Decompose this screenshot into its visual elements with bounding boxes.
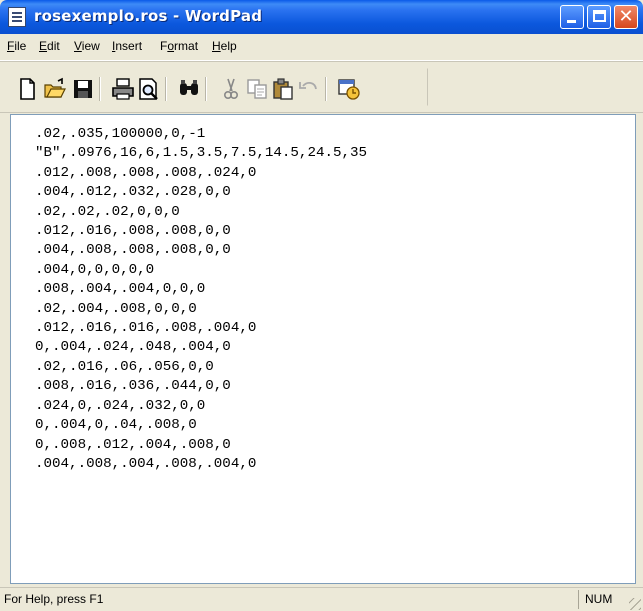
find-button[interactable] <box>177 77 201 101</box>
resize-grip[interactable] <box>629 598 641 610</box>
print-button[interactable] <box>111 77 135 101</box>
minimize-icon <box>567 20 576 23</box>
toolbar <box>0 61 643 113</box>
wordpad-window: rosexemplo.ros - WordPad ✕ File Edit Vie… <box>0 0 643 611</box>
window-title: rosexemplo.ros - WordPad <box>34 7 263 25</box>
date-time-icon <box>338 79 360 100</box>
document-line: .02,.02,.02,0,0,0 <box>35 203 180 220</box>
menu-edit-label: dit <box>47 39 60 53</box>
menu-view-mnemonic: V <box>74 39 82 53</box>
maximize-button[interactable] <box>587 5 611 29</box>
print-preview-button[interactable] <box>137 77 161 101</box>
toolbar-separator <box>165 77 166 101</box>
document-line: .012,.016,.016,.008,.004,0 <box>35 320 257 337</box>
document-line: 0,.004,0,.04,.008,0 <box>35 417 197 434</box>
menu-bar: File Edit View Insert Format Help <box>0 34 643 61</box>
menu-help[interactable]: Help <box>212 39 237 53</box>
menu-edit[interactable]: Edit <box>39 39 60 53</box>
document-line: .004,0,0,0,0,0 <box>35 261 155 278</box>
undo-icon <box>299 82 317 90</box>
status-bar: For Help, press F1 NUM <box>0 587 643 611</box>
menu-help-mnemonic: H <box>212 39 221 53</box>
menu-view[interactable]: View <box>74 39 100 53</box>
new-icon <box>20 78 35 100</box>
standard-toolbar <box>4 68 428 106</box>
menu-file[interactable]: File <box>7 39 26 53</box>
maximize-icon <box>593 10 606 22</box>
document-line: .02,.016,.06,.056,0,0 <box>35 358 214 375</box>
minimize-button[interactable] <box>560 5 584 29</box>
print-icon <box>112 78 134 100</box>
toolbar-separator <box>99 77 100 101</box>
menu-file-label: ile <box>14 39 27 53</box>
copy-button[interactable] <box>245 77 269 101</box>
menu-format-label: rmat <box>174 39 199 53</box>
document-line: .004,.008,.008,.008,0,0 <box>35 242 231 259</box>
copy-icon <box>247 79 267 99</box>
cut-button[interactable] <box>219 77 243 101</box>
open-icon <box>44 77 66 98</box>
document-line: .008,.004,.004,0,0,0 <box>35 281 206 298</box>
document-line: .012,.016,.008,.008,0,0 <box>35 223 231 240</box>
document-line: .008,.016,.036,.044,0,0 <box>35 378 231 395</box>
save-button[interactable] <box>71 77 95 101</box>
print-preview-icon <box>139 78 158 100</box>
save-icon <box>74 80 92 98</box>
document-line: 0,.008,.012,.004,.008,0 <box>35 436 231 453</box>
paste-icon <box>273 78 293 100</box>
document-line: .004,.012,.032,.028,0,0 <box>35 184 231 201</box>
close-icon: ✕ <box>618 6 634 27</box>
menu-format[interactable]: Format <box>160 39 198 53</box>
date-time-button[interactable] <box>337 77 361 101</box>
document-line: 0,.004,.024,.048,.004,0 <box>35 339 231 356</box>
toolbar-separator <box>205 77 206 101</box>
cut-icon <box>224 78 239 100</box>
undo-button[interactable] <box>297 77 321 101</box>
menu-view-label: iew <box>81 39 100 53</box>
toolbar-separator <box>325 77 326 101</box>
menu-edit-mnemonic: E <box>39 39 48 53</box>
paste-button[interactable] <box>271 77 295 101</box>
document-line: .02,.035,100000,0,-1 <box>35 126 206 142</box>
find-icon <box>180 80 198 95</box>
open-button[interactable] <box>43 77 67 101</box>
document-line: .024,0,.024,.032,0,0 <box>35 397 206 414</box>
document-line: .02,.004,.008,0,0,0 <box>35 300 197 317</box>
status-help-text: For Help, press F1 <box>4 592 104 606</box>
document-line: .012,.008,.008,.008,.024,0 <box>35 164 257 181</box>
document-area[interactable]: .02,.035,100000,0,-1 "B",.0976,16,6,1.5,3… <box>10 114 636 584</box>
document-text[interactable]: .02,.035,100000,0,-1 "B",.0976,16,6,1.5,3… <box>35 125 367 474</box>
menu-insert-label: nsert <box>115 39 143 53</box>
wordpad-app-icon[interactable] <box>8 7 26 27</box>
new-button[interactable] <box>15 77 39 101</box>
num-lock-indicator: NUM <box>578 590 622 609</box>
menu-insert[interactable]: Insert <box>112 39 142 53</box>
close-button[interactable]: ✕ <box>614 5 638 29</box>
menu-help-label: elp <box>220 39 237 53</box>
document-line: "B",.0976,16,6,1.5,3.5,7.5,14.5,24.5,35 <box>35 145 368 162</box>
document-line: .004,.008,.004,.008,.004,0 <box>35 455 257 472</box>
title-bar[interactable]: rosexemplo.ros - WordPad ✕ <box>0 0 643 34</box>
